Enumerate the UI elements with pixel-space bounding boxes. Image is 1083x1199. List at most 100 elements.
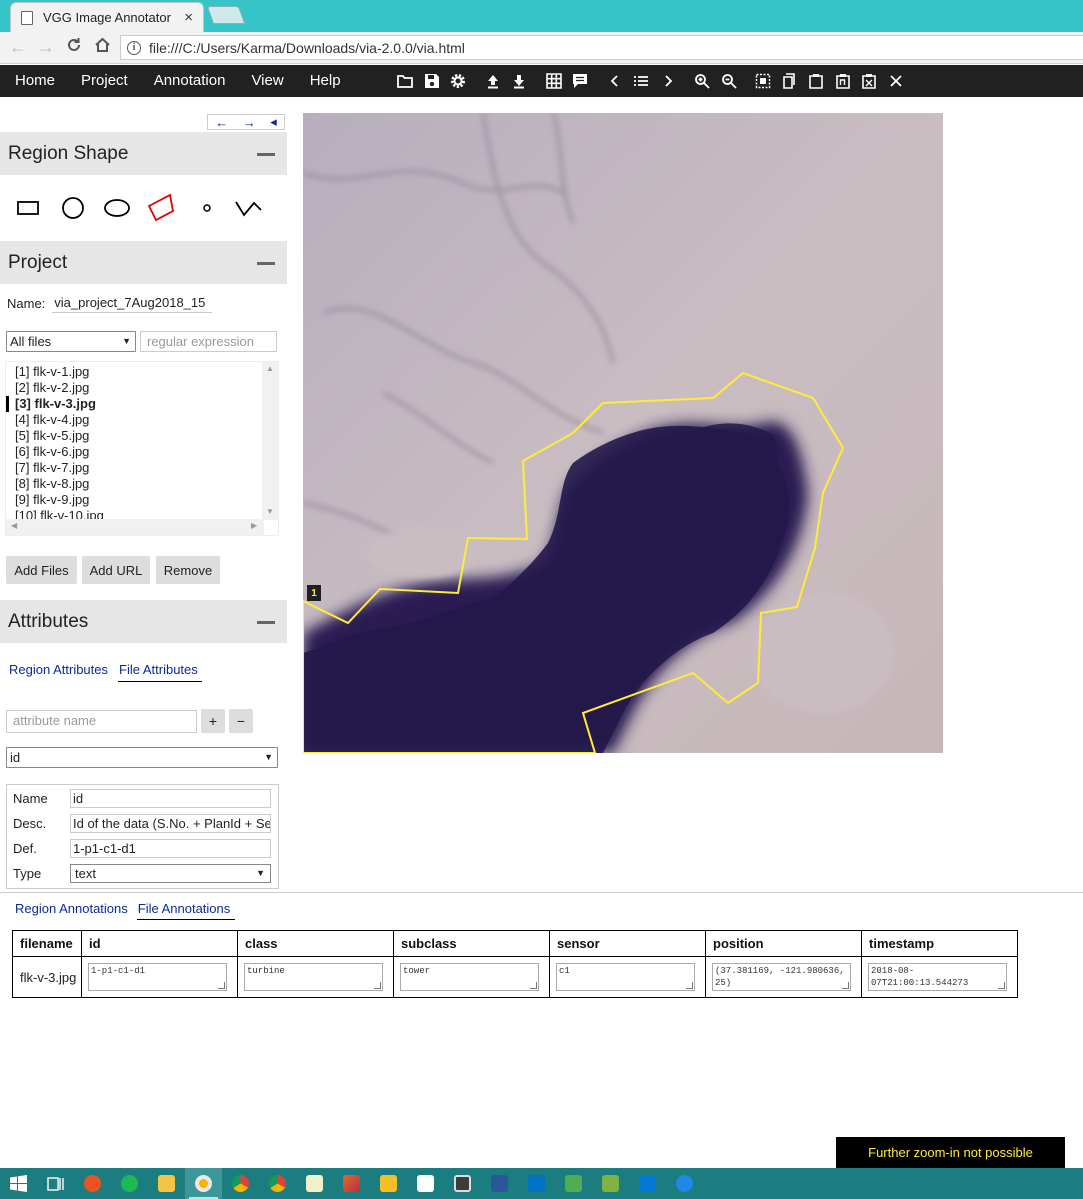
ubuntu-icon[interactable]	[74, 1168, 111, 1199]
word-icon[interactable]	[481, 1168, 518, 1199]
polygon-shape-icon[interactable]	[146, 193, 176, 223]
file-list[interactable]: [1] flk-v-1.jpg [2] flk-v-2.jpg [3] flk-v-…	[5, 361, 279, 536]
network-icon[interactable]	[555, 1168, 592, 1199]
attribute-select[interactable]: id ▼	[6, 747, 278, 768]
copy-icon[interactable]	[777, 65, 804, 97]
attributes-header[interactable]: Attributes	[0, 600, 287, 643]
file-list-item[interactable]: [2] flk-v-2.jpg	[6, 380, 278, 396]
file-list-item[interactable]: [8] flk-v-8.jpg	[6, 476, 278, 492]
timestamp-textarea[interactable]: 2018-08-07T21:00:13.544273	[868, 963, 1007, 991]
prev-image-icon[interactable]	[602, 65, 629, 97]
menu-view[interactable]: View	[238, 65, 296, 97]
scroll-up-icon[interactable]: ▲	[266, 364, 274, 373]
collapse-icon[interactable]	[257, 262, 275, 265]
attr-name-field[interactable]: id	[70, 789, 271, 808]
file-list-item[interactable]: [4] flk-v-4.jpg	[6, 412, 278, 428]
chrome-icon[interactable]	[222, 1168, 259, 1199]
point-shape-icon[interactable]	[192, 193, 222, 223]
reload-icon[interactable]	[60, 37, 88, 58]
keep-icon[interactable]	[370, 1168, 407, 1199]
new-tab-button[interactable]	[206, 6, 246, 24]
list-icon[interactable]	[628, 65, 655, 97]
task-view-icon[interactable]	[37, 1168, 74, 1199]
tab-region-attributes[interactable]: Region Attributes	[8, 662, 112, 682]
tab-file-attributes[interactable]: File Attributes	[118, 662, 202, 682]
zoom-out-icon[interactable]	[716, 65, 743, 97]
collapse-icon[interactable]	[257, 153, 275, 156]
file-filter-select[interactable]: All files ▼	[6, 331, 136, 352]
upload-icon[interactable]	[480, 65, 507, 97]
next-image-icon[interactable]	[655, 65, 682, 97]
close-icon[interactable]	[883, 65, 910, 97]
chrome-canary-icon[interactable]	[185, 1168, 222, 1199]
outlook-icon[interactable]	[518, 1168, 555, 1199]
notepad-icon[interactable]	[296, 1168, 333, 1199]
folder-open-icon[interactable]	[392, 65, 419, 97]
home-icon[interactable]	[88, 37, 116, 58]
back-icon[interactable]: ←	[4, 37, 32, 58]
horizontal-scrollbar[interactable]: ◀ ▶	[6, 519, 264, 535]
comment-icon[interactable]	[567, 65, 594, 97]
file-list-item[interactable]: [6] flk-v-6.jpg	[6, 444, 278, 460]
add-files-button[interactable]: Add Files	[6, 556, 77, 584]
info-icon[interactable]: i	[127, 40, 141, 55]
project-header[interactable]: Project	[0, 241, 287, 284]
circle-shape-icon[interactable]	[58, 193, 88, 223]
attr-def-field[interactable]: 1-p1-c1-d1	[70, 839, 271, 858]
file-list-item[interactable]: [9] flk-v-9.jpg	[6, 492, 278, 508]
collapse-sidebar-icon[interactable]: ◂	[270, 114, 277, 130]
attr-type-select[interactable]: text ▼	[70, 864, 271, 883]
scroll-down-icon[interactable]: ▼	[266, 507, 274, 516]
file-list-item[interactable]: [3] flk-v-3.jpg	[6, 396, 278, 412]
file-list-item[interactable]: [5] flk-v-5.jpg	[6, 428, 278, 444]
ellipse-shape-icon[interactable]	[102, 193, 132, 223]
scroll-right-icon[interactable]: ▶	[251, 521, 257, 530]
scroll-left-icon[interactable]: ◀	[11, 521, 17, 530]
remove-attribute-button[interactable]: −	[229, 709, 253, 733]
windows-start-icon[interactable]	[0, 1168, 37, 1199]
history-back-icon[interactable]: ←	[215, 115, 228, 130]
paste-icon[interactable]	[803, 65, 830, 97]
tab-file-annotations[interactable]: File Annotations	[136, 901, 236, 920]
tab-close-icon[interactable]: ×	[184, 9, 193, 26]
menu-project[interactable]: Project	[68, 65, 141, 97]
subclass-textarea[interactable]: tower	[400, 963, 539, 991]
class-textarea[interactable]: turbine	[244, 963, 383, 991]
menu-annotation[interactable]: Annotation	[141, 65, 239, 97]
attr-desc-field[interactable]: Id of the data (S.No. + PlanId + Se	[70, 814, 271, 833]
edge-icon[interactable]	[666, 1168, 703, 1199]
tab-region-annotations[interactable]: Region Annotations	[14, 901, 133, 920]
project-name-input[interactable]	[52, 293, 213, 313]
annotated-image[interactable]	[303, 113, 943, 753]
attribute-name-input[interactable]: attribute name	[6, 710, 197, 733]
settings-icon[interactable]	[445, 65, 472, 97]
paste-n-icon[interactable]	[830, 65, 857, 97]
add-url-button[interactable]: Add URL	[82, 556, 150, 584]
spotify-icon[interactable]	[111, 1168, 148, 1199]
polyline-shape-icon[interactable]	[234, 193, 264, 223]
position-textarea[interactable]: (37.381169, -121.980636, 25)	[712, 963, 851, 991]
url-field[interactable]: i file:///C:/Users/Karma/Downloads/via-2…	[120, 35, 1083, 60]
delete-icon[interactable]	[856, 65, 883, 97]
zoom-in-icon[interactable]	[689, 65, 716, 97]
region-shape-header[interactable]: Region Shape	[0, 132, 287, 175]
add-attribute-button[interactable]: +	[201, 709, 225, 733]
regex-input[interactable]: regular expression	[140, 331, 277, 352]
rectangle-shape-icon[interactable]	[13, 193, 43, 223]
id-textarea[interactable]: 1-p1-c1-d1	[88, 963, 227, 991]
menu-help[interactable]: Help	[297, 65, 354, 97]
download-icon[interactable]	[506, 65, 533, 97]
lambda-icon[interactable]	[592, 1168, 629, 1199]
sticky-notes-icon[interactable]	[407, 1168, 444, 1199]
menu-home[interactable]: Home	[0, 65, 68, 97]
file-list-item[interactable]: [7] flk-v-7.jpg	[6, 460, 278, 476]
region-id-badge[interactable]: 1	[307, 585, 321, 601]
matlab-icon[interactable]	[333, 1168, 370, 1199]
vscode-icon[interactable]	[629, 1168, 666, 1199]
annotation-canvas[interactable]	[303, 113, 943, 753]
forward-icon[interactable]: →	[32, 37, 60, 58]
file-list-item[interactable]: [1] flk-v-1.jpg	[6, 364, 278, 380]
browser-tab[interactable]: VGG Image Annotator ×	[10, 2, 204, 32]
file-explorer-icon[interactable]	[148, 1168, 185, 1199]
chrome-alt-icon[interactable]	[259, 1168, 296, 1199]
